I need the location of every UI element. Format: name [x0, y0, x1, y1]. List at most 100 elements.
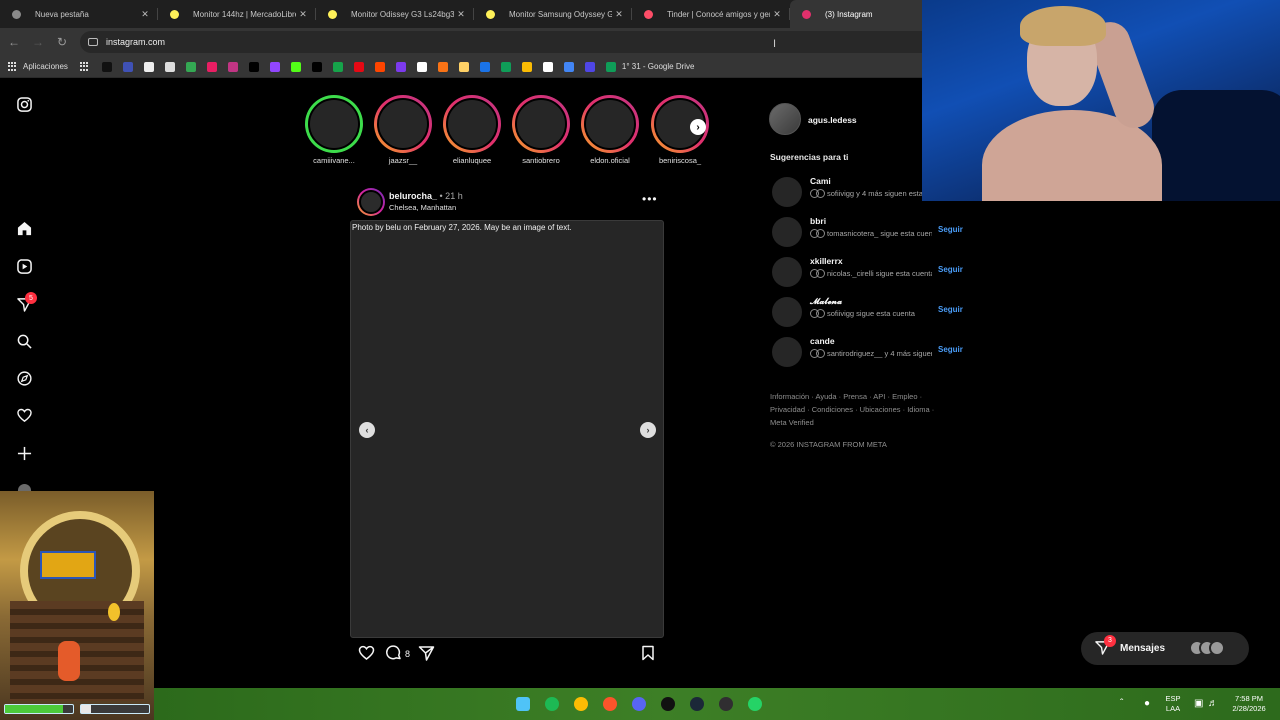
bookmark-favicon-icon[interactable]	[290, 61, 301, 72]
browser-tab[interactable]: Monitor 144hz | MercadoLibre 📦✕	[158, 0, 316, 28]
microphone-icon[interactable]: ●	[1144, 698, 1150, 709]
share-icon[interactable]	[418, 645, 435, 666]
input-language[interactable]: ESP LAA	[1161, 694, 1185, 714]
story-item[interactable]: camiiivane...	[304, 95, 364, 165]
browser-tab[interactable]: Monitor Samsung Odyssey G3 ✕	[474, 0, 632, 28]
stories-next-chevron-icon[interactable]: ›	[690, 119, 706, 135]
bookmark-favicon-icon[interactable]	[101, 61, 112, 72]
footer-link[interactable]: Información	[770, 392, 809, 401]
suggestion-username[interactable]: bbri	[810, 216, 826, 226]
footer-link[interactable]: Condiciones	[812, 405, 853, 414]
bookmark-favicon-icon[interactable]	[542, 61, 553, 72]
suggestion-username[interactable]: cande	[810, 336, 835, 346]
footer-link[interactable]: Ayuda	[815, 392, 836, 401]
post-location[interactable]: Chelsea, Manhattan	[389, 203, 456, 212]
bookmark-favicon-icon[interactable]	[416, 61, 427, 72]
obs-icon[interactable]	[719, 697, 733, 711]
bookmark-google-drive[interactable]: 1° 31 - Google Drive	[622, 62, 695, 71]
suggestion-avatar[interactable]	[772, 217, 802, 247]
spotify-icon[interactable]	[545, 697, 559, 711]
bookmark-favicon-icon[interactable]	[164, 61, 175, 72]
tab-groups-icon[interactable]	[79, 61, 90, 72]
bookmark-favicon-icon[interactable]	[185, 61, 196, 72]
messages-drawer-button[interactable]: 3 Mensajes	[1081, 632, 1249, 665]
close-tab-icon[interactable]: ✕	[296, 9, 310, 20]
story-item[interactable]: eldon.oficial	[580, 95, 640, 165]
footer-link[interactable]: Empleo	[892, 392, 917, 401]
footer-link[interactable]: Ubicaciones	[860, 405, 901, 414]
post-media[interactable]: Photo by belu on February 27, 2026. May …	[350, 220, 664, 638]
discord-icon[interactable]	[632, 697, 646, 711]
bookmark-favicon-icon[interactable]	[500, 61, 511, 72]
footer-link[interactable]: Prensa	[843, 392, 867, 401]
bookmark-favicon-icon[interactable]	[458, 61, 469, 72]
close-tab-icon[interactable]: ✕	[454, 9, 468, 20]
windows-start-icon[interactable]	[516, 697, 530, 711]
bookmark-favicon-icon[interactable]	[227, 61, 238, 72]
forward-arrow-icon[interactable]: →	[26, 35, 50, 49]
comment-icon[interactable]	[385, 645, 402, 666]
carousel-prev-chevron-icon[interactable]: ‹	[359, 422, 375, 438]
follow-button[interactable]: Seguir	[938, 225, 963, 234]
footer-link[interactable]: Privacidad	[770, 405, 805, 414]
browser-tab[interactable]: Monitor Odissey G3 Ls24bg300 ✕	[316, 0, 474, 28]
story-item[interactable]: elianluquee	[442, 95, 502, 165]
bookmark-favicon-icon[interactable]	[353, 61, 364, 72]
follow-button[interactable]: Seguir	[938, 265, 963, 274]
like-heart-icon[interactable]	[358, 645, 375, 666]
bookmark-favicon-icon[interactable]	[479, 61, 490, 72]
bookmark-favicon-icon[interactable]	[332, 61, 343, 72]
steam-icon[interactable]	[690, 697, 704, 711]
network-icon[interactable]: ▣	[1194, 698, 1203, 709]
clock[interactable]: 7:58 PM 2/28/2026	[1224, 694, 1274, 714]
suggestion-username[interactable]: xkillerrx	[810, 256, 843, 266]
bookmark-favicon-icon[interactable]	[584, 61, 595, 72]
story-item[interactable]: jaazsr__	[373, 95, 433, 165]
home-icon[interactable]	[16, 220, 32, 236]
reels-icon[interactable]	[16, 258, 32, 274]
post-author-avatar[interactable]	[357, 188, 385, 216]
browser-tab[interactable]: Tinder | Conocé amigos y gente ✕	[632, 0, 790, 28]
bookmark-favicon-icon[interactable]	[521, 61, 532, 72]
bookmark-favicon-icon[interactable]	[437, 61, 448, 72]
footer-link[interactable]: API	[873, 392, 885, 401]
suggestion-username[interactable]: Cami	[810, 176, 831, 186]
show-hidden-icons-chevron-icon[interactable]: ˆ	[1120, 698, 1123, 709]
bookmark-favicon-icon[interactable]	[248, 61, 259, 72]
current-username[interactable]: agus.ledess	[808, 115, 857, 125]
reload-icon[interactable]: ↻	[50, 35, 74, 49]
footer-link[interactable]: Idioma	[907, 405, 930, 414]
browser-tab[interactable]: Nueva pestaña ✕	[0, 0, 158, 28]
post-username[interactable]: belurocha_	[389, 191, 437, 201]
chrome-icon[interactable]	[574, 697, 588, 711]
close-tab-icon[interactable]: ✕	[612, 9, 626, 20]
suggestion-avatar[interactable]	[772, 297, 802, 327]
suggestion-username[interactable]: 𝓜𝓪𝓵𝓮𝓷𝓪	[810, 296, 842, 307]
search-icon[interactable]	[16, 333, 32, 349]
bookmark-favicon-icon[interactable]	[563, 61, 574, 72]
bookmark-favicon-icon[interactable]	[122, 61, 133, 72]
follow-button[interactable]: Seguir	[938, 305, 963, 314]
instagram-logo-icon[interactable]	[16, 96, 32, 112]
whatsapp-icon[interactable]	[748, 697, 762, 711]
site-info-icon[interactable]	[88, 38, 98, 46]
bookmark-favicon-icon[interactable]	[311, 61, 322, 72]
post-more-options-icon[interactable]: •••	[642, 192, 658, 206]
notifications-heart-icon[interactable]	[16, 407, 32, 423]
address-bar[interactable]: instagram.com	[80, 31, 980, 53]
current-user-avatar[interactable]	[769, 103, 801, 135]
suggestion-avatar[interactable]	[772, 257, 802, 287]
back-arrow-icon[interactable]: ←	[2, 35, 26, 49]
close-tab-icon[interactable]: ✕	[770, 9, 784, 20]
carousel-next-chevron-icon[interactable]: ›	[640, 422, 656, 438]
bookmark-favicon-icon[interactable]	[143, 61, 154, 72]
suggestion-avatar[interactable]	[772, 337, 802, 367]
bookmark-favicon-icon[interactable]	[395, 61, 406, 72]
close-tab-icon[interactable]: ✕	[138, 9, 152, 20]
bookmark-favicon-icon[interactable]	[206, 61, 217, 72]
footer-link[interactable]: Meta Verified	[770, 418, 814, 427]
save-bookmark-icon[interactable]	[640, 645, 656, 666]
volume-icon[interactable]: ♬	[1208, 698, 1218, 709]
create-plus-icon[interactable]	[16, 445, 32, 461]
bookmark-favicon-icon[interactable]	[374, 61, 385, 72]
